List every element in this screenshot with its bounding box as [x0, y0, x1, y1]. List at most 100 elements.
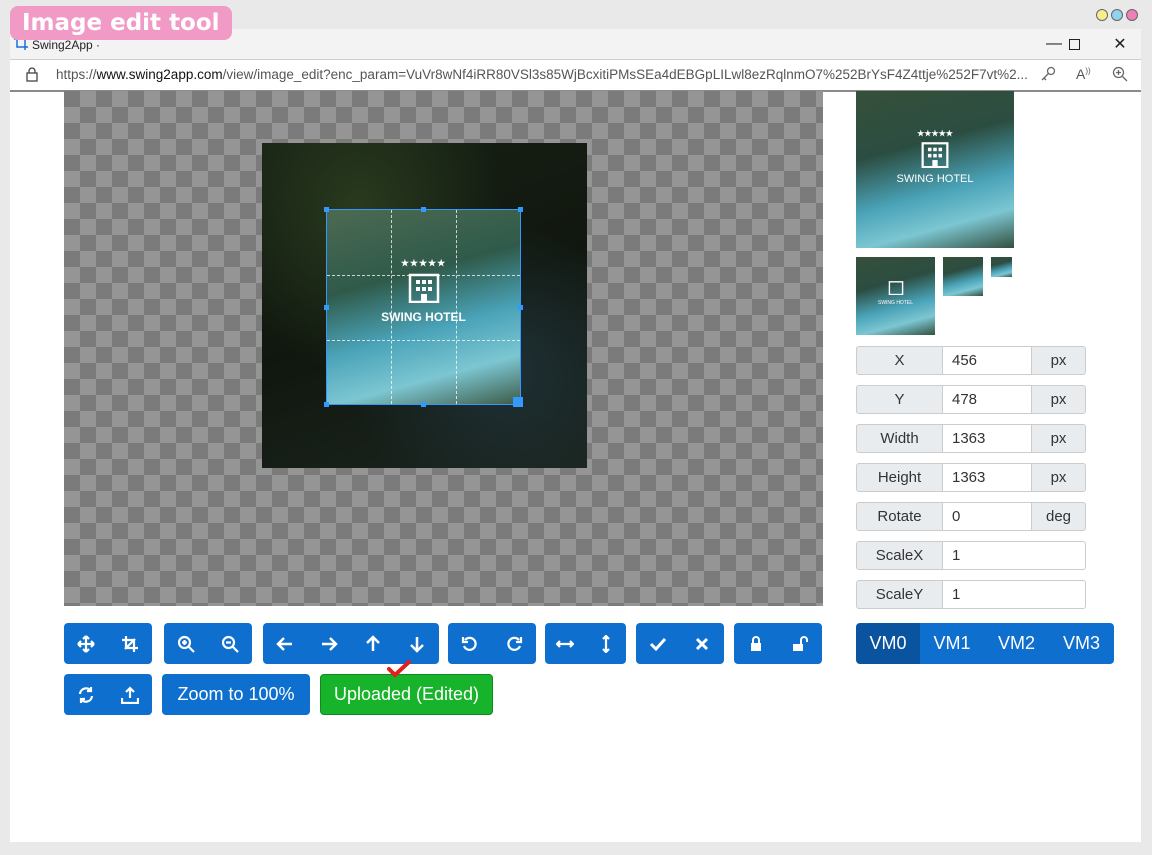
address-bar[interactable]: https://www.swing2app.com/view/image_edi… — [10, 59, 1141, 92]
arrows-vertical-icon — [601, 634, 610, 653]
preview-logo: ★★★★★ SWING HOTEL — [856, 129, 1014, 185]
blue-dot — [1111, 9, 1123, 21]
preview-medium: SWING HOTEL — [856, 257, 935, 335]
upload-button[interactable] — [108, 674, 152, 715]
crop-mode-button[interactable] — [108, 623, 152, 664]
field-unit: deg — [1032, 502, 1086, 531]
clear-crop-button[interactable] — [680, 623, 724, 664]
view-mode-vm1-button[interactable]: VM1 — [920, 623, 984, 664]
building-icon — [888, 281, 903, 296]
field-unit: px — [1032, 385, 1086, 414]
flip-vertical-button[interactable] — [585, 623, 626, 664]
preview-tiny — [991, 257, 1012, 277]
view-mode-group: VM0 VM1 VM2 VM3 — [856, 623, 1114, 664]
move-up-button[interactable] — [351, 623, 395, 664]
view-mode-vm3-button[interactable]: VM3 — [1049, 623, 1114, 664]
view-mode-vm0-button[interactable]: VM0 — [856, 623, 920, 664]
x-icon — [695, 637, 709, 650]
field-label: Height — [856, 463, 943, 492]
close-icon[interactable]: ✕ — [1109, 33, 1131, 55]
preview-stars: ★★★★★ — [917, 129, 953, 138]
zoom-out-icon — [221, 635, 239, 653]
field-scaley: ScaleY 1 — [856, 580, 1086, 609]
unlock-icon — [793, 635, 808, 651]
maximize-icon[interactable] — [1063, 33, 1085, 55]
field-label: Rotate — [856, 502, 943, 531]
upload-icon — [121, 685, 139, 704]
field-input[interactable]: 1363 — [943, 424, 1032, 453]
field-input[interactable]: 456 — [943, 346, 1032, 375]
minimize-icon[interactable]: — — [1043, 33, 1065, 55]
lock-icon — [751, 635, 761, 651]
apply-crop-button[interactable] — [636, 623, 680, 664]
zoom-out-button[interactable] — [208, 623, 252, 664]
field-input[interactable]: 1363 — [943, 463, 1032, 492]
move-mode-button[interactable] — [64, 623, 108, 664]
move-left-button[interactable] — [263, 623, 307, 664]
hotel-logo: ★★★★★ SWING HOTEL — [327, 258, 520, 324]
flip-horizontal-button[interactable] — [545, 623, 585, 664]
zoom-in-icon — [177, 635, 195, 653]
crop-handle-e[interactable] — [518, 305, 523, 310]
preview-medium-logo: SWING HOTEL — [856, 279, 935, 306]
url-text[interactable]: https://www.swing2app.com/view/image_edi… — [56, 67, 1036, 82]
rotate-left-button[interactable] — [448, 623, 492, 664]
read-aloud-icon[interactable]: A)) — [1076, 66, 1091, 82]
image-canvas[interactable]: ★★★★★ SWING HOTEL — [64, 91, 823, 606]
rotate-right-button[interactable] — [492, 623, 536, 664]
zoom-in-button[interactable] — [164, 623, 208, 664]
field-input[interactable]: 1 — [943, 580, 1086, 609]
field-unit: px — [1032, 424, 1086, 453]
preview-large: ★★★★★ SWING HOTEL — [856, 91, 1014, 248]
crop-icon — [122, 635, 138, 652]
mode-button-group — [64, 623, 152, 664]
arrows-horizontal-icon — [556, 639, 574, 648]
crop-handle-nw[interactable] — [324, 207, 329, 212]
move-right-button[interactable] — [307, 623, 351, 664]
rotate-left-icon — [461, 636, 477, 651]
field-unit: px — [1032, 463, 1086, 492]
field-input[interactable]: 1 — [943, 541, 1086, 570]
lock-icon — [26, 67, 38, 82]
uploaded-edited-button[interactable]: Uploaded (Edited) — [320, 674, 493, 715]
field-width: Width 1363 px — [856, 424, 1086, 453]
preview-small — [943, 257, 983, 296]
pink-dot — [1126, 9, 1138, 21]
reset-button[interactable] — [64, 674, 108, 715]
view-mode-vm2-button[interactable]: VM2 — [984, 623, 1049, 664]
rotate-right-icon — [507, 636, 523, 651]
crop-handle-se[interactable] — [513, 397, 523, 407]
url-prefix: https:// — [56, 67, 97, 82]
field-input[interactable]: 0 — [943, 502, 1032, 531]
crop-handle-sw[interactable] — [324, 402, 329, 407]
zoom-icon[interactable] — [1112, 66, 1128, 82]
zoom-to-100-button[interactable]: Zoom to 100% — [162, 674, 310, 715]
building-icon — [408, 273, 439, 304]
logo-text: SWING HOTEL — [381, 310, 466, 324]
yellow-dot — [1096, 9, 1108, 21]
lock-button-group — [734, 623, 822, 664]
field-y: Y 478 px — [856, 385, 1086, 414]
field-scalex: ScaleX 1 — [856, 541, 1086, 570]
arrow-up-icon — [366, 634, 380, 651]
crop-handle-ne[interactable] — [518, 207, 523, 212]
key-icon[interactable] — [1040, 66, 1056, 82]
lock-button[interactable] — [734, 623, 778, 664]
field-input[interactable]: 478 — [943, 385, 1032, 414]
crop-handle-w[interactable] — [324, 305, 329, 310]
tab-title: Swing2App · — [32, 38, 101, 52]
crop-guide-line — [327, 340, 520, 341]
check-icon — [649, 637, 667, 651]
crop-box[interactable]: ★★★★★ SWING HOTEL — [326, 209, 521, 405]
image-edit-tool-badge: Image edit tool — [10, 6, 232, 40]
crop-handle-n[interactable] — [421, 207, 426, 212]
field-height: Height 1363 px — [856, 463, 1086, 492]
move-button-group — [263, 623, 439, 664]
field-label: X — [856, 346, 943, 375]
preview-medium-logo-text: SWING HOTEL — [877, 300, 913, 306]
move-down-button[interactable] — [395, 623, 439, 664]
crop-handle-s[interactable] — [421, 402, 426, 407]
unlock-button[interactable] — [778, 623, 822, 664]
refresh-icon — [78, 686, 94, 703]
flip-button-group — [545, 623, 626, 664]
